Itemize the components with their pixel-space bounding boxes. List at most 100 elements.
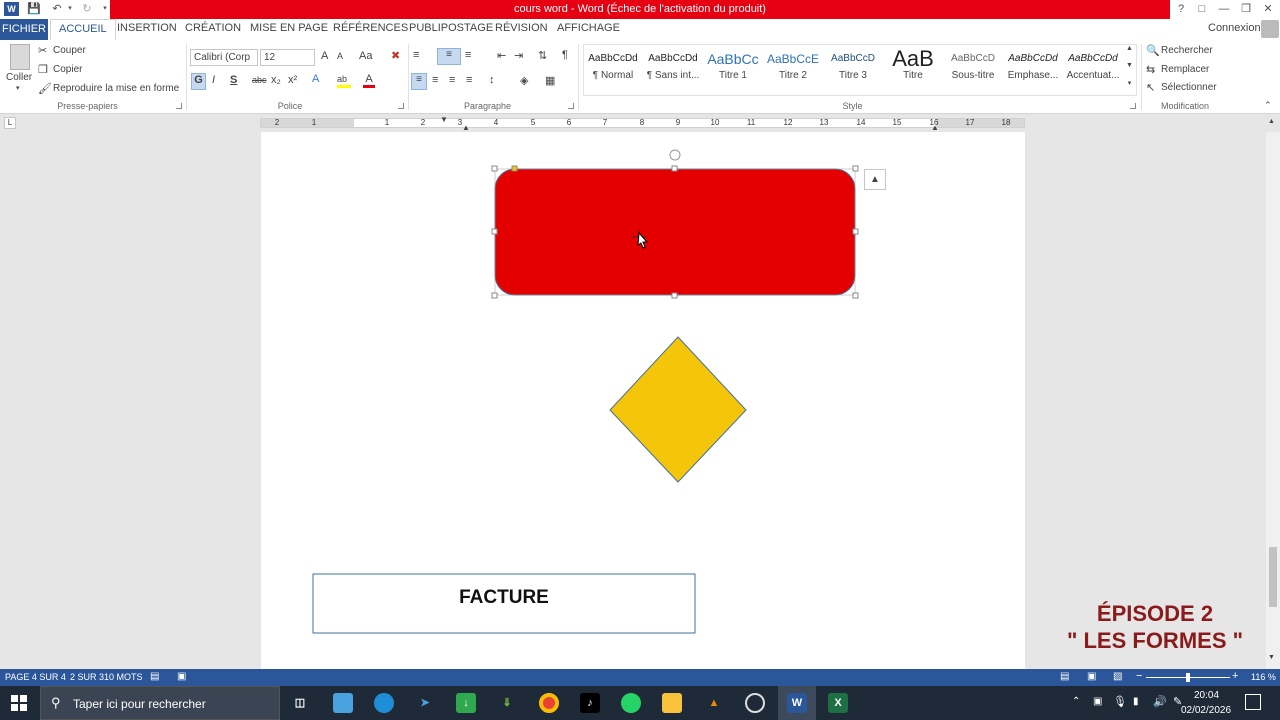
collapse-ribbon-icon[interactable]: ⌃	[1264, 100, 1272, 111]
format-painter-button[interactable]: Reproduire la mise en forme	[53, 83, 179, 94]
taskbar-search-box[interactable]: ⚲ Taper ici pour rechercher	[40, 686, 280, 720]
resize-handle[interactable]	[852, 165, 859, 172]
resize-handle[interactable]	[852, 228, 859, 235]
font-color-icon[interactable]: A	[363, 73, 375, 88]
styles-more-icon[interactable]: ▾	[1124, 79, 1135, 94]
clear-formatting-icon[interactable]: ✖	[391, 49, 400, 62]
tray-app-icon[interactable]: ▣	[1093, 696, 1102, 707]
scroll-up-icon[interactable]: ▲	[1268, 118, 1275, 125]
find-button[interactable]: Rechercher	[1161, 45, 1213, 56]
paragraph-launcher-icon[interactable]	[568, 103, 574, 109]
close-button[interactable]: ✕	[1259, 2, 1277, 16]
strikethrough-button[interactable]: abc	[252, 75, 267, 85]
proofing-icon[interactable]: ▤	[150, 671, 159, 682]
word-app-icon[interactable]: W	[4, 2, 19, 16]
help-button[interactable]: ?	[1172, 2, 1190, 16]
subscript-button[interactable]: x₂	[271, 74, 281, 86]
line-spacing-icon[interactable]: ↕	[489, 74, 495, 86]
chrome-icon[interactable]	[539, 693, 559, 713]
notifications-icon[interactable]	[1245, 694, 1261, 710]
save-icon[interactable]: 💾	[27, 2, 41, 16]
align-center-icon[interactable]: ≡	[432, 74, 438, 86]
ribbon-display-options-icon[interactable]: □	[1193, 2, 1211, 16]
page-count[interactable]: PAGE 4 SUR 4	[5, 672, 66, 682]
word-count[interactable]: 2 SUR 310 MOTS	[70, 672, 143, 682]
rotate-handle[interactable]	[669, 149, 681, 161]
file-explorer-icon[interactable]	[662, 693, 682, 713]
resize-handle[interactable]	[491, 165, 498, 172]
web-layout-icon[interactable]: ▧	[1113, 671, 1122, 682]
font-name-field[interactable]: Calibri (Corp	[190, 49, 258, 66]
copy-icon[interactable]: ❐	[38, 63, 48, 76]
app-icon-3[interactable]	[745, 693, 765, 713]
text-effects-icon[interactable]: A	[312, 73, 319, 85]
change-case-icon[interactable]: Aa	[359, 50, 372, 62]
styles-launcher-icon[interactable]	[1130, 103, 1136, 109]
show-marks-icon[interactable]: ¶	[562, 49, 568, 61]
style-intense-emphasis[interactable]: AaBbCcDd Accentuat...	[1063, 48, 1123, 92]
select-button[interactable]: Sélectionner	[1161, 82, 1217, 93]
restore-button[interactable]: ❐	[1237, 2, 1255, 16]
style-title[interactable]: AaB Titre	[883, 48, 943, 92]
download-icon-2[interactable]: ⇓	[497, 693, 517, 713]
first-line-indent-marker[interactable]: ▼	[440, 115, 448, 124]
edge-icon[interactable]	[374, 693, 394, 713]
font-size-field[interactable]: 12	[260, 49, 315, 66]
shrink-font-icon[interactable]: A	[337, 51, 343, 61]
tab-file[interactable]: FICHIER	[0, 19, 48, 40]
tab-insert[interactable]: INSERTION	[117, 22, 177, 34]
bullets-icon[interactable]: ≡	[413, 49, 419, 61]
decrease-indent-icon[interactable]: ⇤	[497, 49, 506, 62]
paste-icon[interactable]	[10, 44, 30, 70]
underline-button[interactable]: S	[230, 74, 237, 86]
volume-icon[interactable]: 🔊	[1153, 695, 1167, 708]
styles-scroll-down-icon[interactable]: ▼	[1124, 62, 1135, 77]
app-icon-2[interactable]: ➤	[415, 693, 435, 713]
style-heading-1[interactable]: AaBbCc Titre 1	[703, 48, 763, 92]
left-indent-marker[interactable]: ▲	[462, 123, 470, 132]
resize-handle[interactable]	[671, 165, 678, 172]
microphone-icon[interactable]: 🎙	[1113, 695, 1127, 708]
adjust-handle[interactable]	[511, 165, 518, 172]
bold-button[interactable]: G	[191, 73, 206, 90]
cut-icon[interactable]: ✂	[38, 44, 47, 57]
resize-handle[interactable]	[491, 292, 498, 299]
user-avatar-icon[interactable]	[1261, 20, 1279, 38]
tab-selector-icon[interactable]: L	[4, 117, 16, 129]
undo-dropdown-icon[interactable]: ▾	[63, 2, 77, 16]
style-subtitle[interactable]: AaBbCcD Sous-titre	[943, 48, 1003, 92]
style-heading-3[interactable]: AaBbCcD Titre 3	[823, 48, 883, 92]
zoom-out-icon[interactable]: −	[1136, 670, 1142, 682]
zoom-thumb[interactable]	[1186, 673, 1190, 682]
resize-handle[interactable]	[671, 292, 678, 299]
minimize-button[interactable]: —	[1215, 2, 1233, 16]
clipboard-launcher-icon[interactable]	[176, 103, 182, 109]
shading-icon[interactable]: ◈	[520, 74, 528, 87]
word-taskbar-icon[interactable]: W	[787, 693, 807, 713]
style-heading-2[interactable]: AaBbCcE Titre 2	[763, 48, 823, 92]
find-icon[interactable]: 🔍	[1146, 44, 1160, 57]
horizontal-ruler[interactable]: L 2 1 1 2 3 4 5 6 7 8 9 10 11 12 13 14 1…	[0, 115, 1280, 132]
whatsapp-icon[interactable]	[621, 693, 641, 713]
tab-review[interactable]: RÉVISION	[495, 22, 548, 34]
right-indent-marker[interactable]: ▲	[931, 123, 939, 132]
layout-options-icon[interactable]: ▲	[864, 169, 886, 190]
tab-mailings[interactable]: PUBLIPOSTAGE	[409, 22, 493, 34]
red-rounded-rectangle[interactable]	[494, 168, 856, 296]
styles-scroll-up-icon[interactable]: ▲	[1124, 45, 1135, 60]
download-icon-1[interactable]: ↓	[456, 693, 476, 713]
style-normal[interactable]: AaBbCcDd ¶ Normal	[583, 48, 643, 92]
scroll-down-icon[interactable]: ▼	[1268, 654, 1275, 661]
format-painter-icon[interactable]: 🖌	[38, 82, 52, 95]
align-right-icon[interactable]: ≡	[449, 74, 455, 86]
print-layout-icon[interactable]: ▣	[1087, 671, 1096, 682]
read-mode-icon[interactable]: ▤	[1060, 671, 1069, 682]
multilevel-list-icon[interactable]: ≡	[465, 49, 471, 61]
justify-icon[interactable]: ≡	[466, 74, 472, 86]
battery-icon[interactable]: ▮	[1133, 696, 1139, 707]
clock-date[interactable]: 02/02/2026	[1178, 705, 1234, 716]
vlc-icon[interactable]: ▲	[704, 693, 724, 713]
tiktok-icon[interactable]: ♪	[580, 693, 600, 713]
resize-handle[interactable]	[491, 228, 498, 235]
italic-button[interactable]: I	[212, 74, 215, 86]
